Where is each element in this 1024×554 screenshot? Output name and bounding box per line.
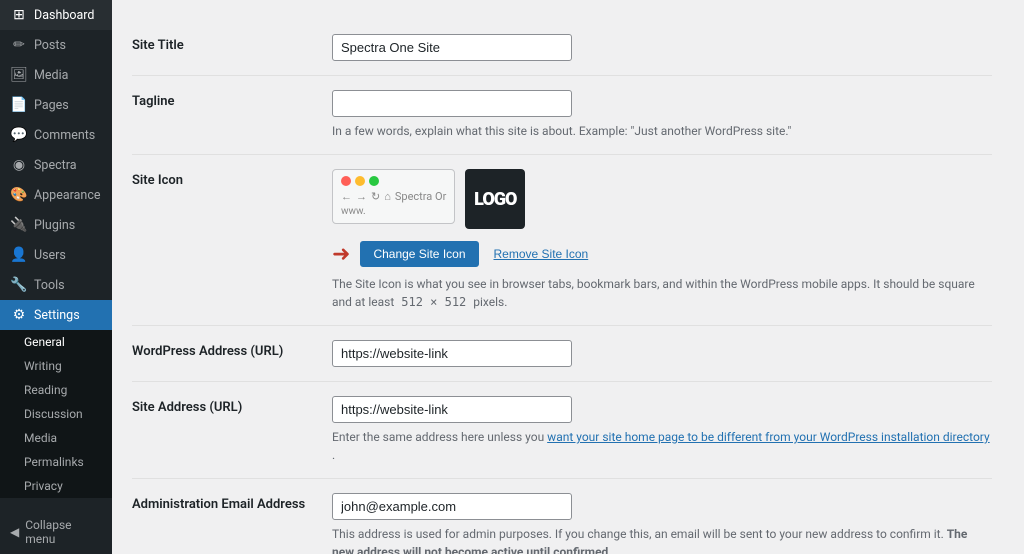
dot-green	[369, 176, 379, 186]
sidebar-item-label: Users	[34, 248, 66, 263]
wp-address-input[interactable]	[332, 340, 572, 367]
sidebar-item-label: Posts	[34, 38, 66, 53]
pages-icon: 📄	[10, 97, 28, 113]
submenu-discussion[interactable]: Discussion	[0, 402, 112, 426]
sidebar-item-label: Plugins	[34, 218, 75, 233]
sidebar-item-plugins[interactable]: 🔌 Plugins	[0, 210, 112, 240]
site-address-label: Site Address (URL)	[132, 396, 332, 415]
site-title-input[interactable]	[332, 34, 572, 61]
sidebar-item-pages[interactable]: 📄 Pages	[0, 90, 112, 120]
admin-email-row: Administration Email Address This addres…	[132, 479, 992, 554]
site-icon-content: ← → ↻ ⌂ Spectra Or www. LOGO ➜ Change Si…	[332, 169, 992, 311]
admin-email-label: Administration Email Address	[132, 493, 332, 512]
tagline-description: In a few words, explain what this site i…	[332, 122, 992, 140]
sidebar-item-settings[interactable]: ⚙ Settings	[0, 300, 112, 330]
site-title-label: Site Title	[132, 34, 332, 53]
main-content: Site Title Tagline In a few words, expla…	[112, 0, 1024, 554]
remove-site-icon-button[interactable]: Remove Site Icon	[489, 241, 602, 267]
site-address-row: Site Address (URL) Enter the same addres…	[132, 382, 992, 479]
collapse-icon: ◀	[10, 525, 19, 539]
dot-yellow	[355, 176, 365, 186]
submenu-writing[interactable]: Writing	[0, 354, 112, 378]
browser-dots	[341, 176, 446, 186]
arrow-row: ➜ Change Site Icon Remove Site Icon	[332, 241, 992, 267]
appearance-icon: 🎨	[10, 187, 28, 203]
collapse-menu-button[interactable]: ◀ Collapse menu	[0, 510, 112, 554]
media-icon: 🖼	[10, 67, 28, 83]
sidebar-item-media[interactable]: 🖼 Media	[0, 60, 112, 90]
sidebar-item-tools[interactable]: 🔧 Tools	[0, 270, 112, 300]
sidebar-item-label: Pages	[34, 98, 69, 113]
site-icon-logo: LOGO	[465, 169, 525, 229]
users-icon: 👤	[10, 247, 28, 263]
sidebar-item-label: Dashboard	[34, 8, 94, 23]
submenu-permalinks[interactable]: Permalinks	[0, 450, 112, 474]
browser-nav: ← → ↻ ⌂ Spectra Or	[341, 190, 446, 203]
sidebar-item-users[interactable]: 👤 Users	[0, 240, 112, 270]
wp-address-row: WordPress Address (URL)	[132, 326, 992, 382]
browser-home-icon: ⌂	[384, 190, 391, 203]
settings-icon: ⚙	[10, 307, 28, 323]
browser-back-icon: ←	[341, 190, 352, 203]
sidebar-item-label: Comments	[34, 128, 95, 143]
tagline-content: In a few words, explain what this site i…	[332, 90, 992, 140]
admin-email-description: This address is used for admin purposes.…	[332, 525, 992, 554]
wp-address-content	[332, 340, 992, 367]
site-address-link[interactable]: want your site home page to be different…	[547, 430, 989, 444]
sidebar-item-spectra[interactable]: ◉ Spectra	[0, 150, 112, 180]
site-address-input[interactable]	[332, 396, 572, 423]
site-icon-label: Site Icon	[132, 169, 332, 188]
browser-reload-icon: ↻	[371, 190, 380, 203]
browser-url: www.	[341, 206, 446, 217]
admin-email-content: This address is used for admin purposes.…	[332, 493, 992, 554]
settings-submenu: General Writing Reading Discussion Media…	[0, 330, 112, 498]
browser-title: Spectra Or	[395, 190, 446, 203]
sidebar-item-label: Appearance	[34, 188, 101, 203]
site-icon-description: The Site Icon is what you see in browser…	[332, 275, 992, 311]
submenu-reading[interactable]: Reading	[0, 378, 112, 402]
change-site-icon-button[interactable]: Change Site Icon	[360, 241, 478, 267]
tagline-input[interactable]	[332, 90, 572, 117]
sidebar-item-label: Tools	[34, 278, 65, 293]
submenu-media[interactable]: Media	[0, 426, 112, 450]
site-address-content: Enter the same address here unless you w…	[332, 396, 992, 464]
dot-red	[341, 176, 351, 186]
tagline-label: Tagline	[132, 90, 332, 109]
comments-icon: 💬	[10, 127, 28, 143]
sidebar-item-comments[interactable]: 💬 Comments	[0, 120, 112, 150]
sidebar-item-label: Spectra	[34, 158, 77, 173]
site-icon-preview-area: ← → ↻ ⌂ Spectra Or www. LOGO	[332, 169, 992, 229]
admin-email-input[interactable]	[332, 493, 572, 520]
spectra-icon: ◉	[10, 157, 28, 173]
sidebar-item-label: Media	[34, 68, 68, 83]
tools-icon: 🔧	[10, 277, 28, 293]
dashboard-icon: ⊞	[10, 7, 28, 23]
wp-address-label: WordPress Address (URL)	[132, 340, 332, 359]
site-address-description: Enter the same address here unless you w…	[332, 428, 992, 464]
settings-form: Site Title Tagline In a few words, expla…	[112, 0, 1012, 554]
arrow-icon: ➜	[332, 242, 350, 267]
browser-forward-icon: →	[356, 190, 367, 203]
tagline-row: Tagline In a few words, explain what thi…	[132, 76, 992, 155]
submenu-privacy[interactable]: Privacy	[0, 474, 112, 498]
size-code: 512 × 512	[397, 294, 470, 310]
sidebar-item-dashboard[interactable]: ⊞ Dashboard	[0, 0, 112, 30]
posts-icon: ✏	[10, 37, 28, 53]
site-title-row: Site Title	[132, 20, 992, 76]
sidebar-item-posts[interactable]: ✏ Posts	[0, 30, 112, 60]
browser-mockup: ← → ↻ ⌂ Spectra Or www.	[332, 169, 455, 224]
site-title-content	[332, 34, 992, 61]
plugins-icon: 🔌	[10, 217, 28, 233]
sidebar: ⊞ Dashboard ✏ Posts 🖼 Media 📄 Pages 💬 Co…	[0, 0, 112, 554]
sidebar-item-label: Settings	[34, 308, 80, 323]
sidebar-item-appearance[interactable]: 🎨 Appearance	[0, 180, 112, 210]
submenu-general[interactable]: General	[0, 330, 112, 354]
site-icon-row: Site Icon ← → ↻ ⌂ S	[132, 155, 992, 326]
